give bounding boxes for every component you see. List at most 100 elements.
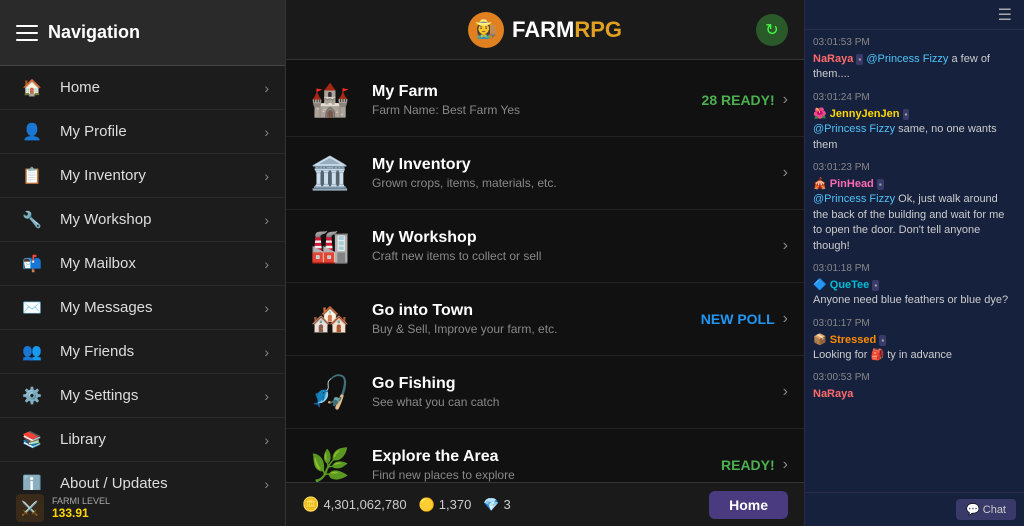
chevron-icon: › bbox=[264, 256, 269, 272]
sidebar-item-messages[interactable]: ✉️ My Messages › bbox=[0, 286, 285, 330]
username: 🔷 bbox=[813, 279, 830, 291]
chat-message-4: 03:01:18 PM 🔷 QueTee ▪ Anyone need blue … bbox=[813, 262, 1016, 309]
main-item-town[interactable]: 🏘️ Go into Town Buy & Sell, Improve your… bbox=[286, 283, 804, 356]
chevron-icon: › bbox=[264, 300, 269, 316]
user-badge: ▪ bbox=[879, 335, 886, 346]
username: Stressed bbox=[830, 334, 876, 346]
hamburger-icon[interactable] bbox=[16, 25, 38, 41]
chat-message-2: 03:01:24 PM 🌺 JennyJenJen ▪ @Princess Fi… bbox=[813, 91, 1016, 153]
chevron-icon: › bbox=[264, 476, 269, 491]
sidebar-item-profile[interactable]: 👤 My Profile › bbox=[0, 110, 285, 154]
main-item-inventory[interactable]: 🏛️ My Inventory Grown crops, items, mate… bbox=[286, 137, 804, 210]
chat-footer: 💬 Chat bbox=[805, 492, 1024, 526]
main-item-farm[interactable]: 🏰 My Farm Farm Name: Best Farm Yes 28 RE… bbox=[286, 64, 804, 137]
main-item-fishing[interactable]: 🎣 Go Fishing See what you can catch › bbox=[286, 356, 804, 429]
username: QueTee bbox=[830, 279, 870, 291]
town-text: Go into Town Buy & Sell, Improve your fa… bbox=[372, 302, 701, 336]
chevron-icon: › bbox=[264, 344, 269, 360]
sidebar-item-inventory[interactable]: 📋 My Inventory › bbox=[0, 154, 285, 198]
house-icon: 🏠 bbox=[16, 72, 48, 104]
chevron-right-icon: › bbox=[783, 383, 788, 401]
msg-time: 03:01:23 PM bbox=[813, 161, 1016, 175]
town-title: Go into Town bbox=[372, 302, 701, 320]
chat-menu-icon[interactable]: ☰ bbox=[998, 5, 1012, 25]
mention: @Princess Fizzy bbox=[866, 53, 948, 65]
explore-badge: READY! bbox=[721, 457, 775, 473]
chevron-right-icon: › bbox=[783, 164, 788, 182]
chevron-icon: › bbox=[264, 388, 269, 404]
user-badge: ▪ bbox=[872, 280, 879, 291]
skill-icon: ⚔️ bbox=[16, 494, 44, 522]
sidebar-item-library[interactable]: 📚 Library › bbox=[0, 418, 285, 462]
logo-farm: FARM bbox=[512, 17, 574, 42]
coin-icon: 🪙 bbox=[302, 496, 319, 513]
chevron-icon: › bbox=[264, 212, 269, 228]
username: NaRaya bbox=[813, 388, 853, 400]
main-item-workshop[interactable]: 🏭 My Workshop Craft new items to collect… bbox=[286, 210, 804, 283]
person-icon: 👤 bbox=[16, 116, 48, 148]
main-item-explore[interactable]: 🌿 Explore the Area Find new places to ex… bbox=[286, 429, 804, 482]
inventory-subtitle: Grown crops, items, materials, etc. bbox=[372, 176, 783, 190]
chevron-right-icon: › bbox=[783, 237, 788, 255]
chat-message-1: 03:01:53 PM NaRaya ▪ @Princess Fizzy a f… bbox=[813, 36, 1016, 83]
skill-value: 133.91 bbox=[52, 506, 269, 520]
user-badge: ▪ bbox=[856, 54, 863, 65]
wrench-icon: 🔧 bbox=[16, 204, 48, 236]
fishing-image: 🎣 bbox=[302, 364, 358, 420]
msg-time: 03:01:53 PM bbox=[813, 36, 1016, 50]
msg-body: 🔷 QueTee ▪ Anyone need blue feathers or … bbox=[813, 278, 1016, 309]
inventory-image: 🏛️ bbox=[302, 145, 358, 201]
sidebar-item-inventory-label: My Inventory bbox=[60, 167, 264, 184]
chat-button[interactable]: 💬 Chat bbox=[956, 499, 1016, 520]
chevron-right-icon: › bbox=[783, 310, 788, 328]
sidebar-header: Navigation bbox=[0, 0, 285, 66]
main-content: 👩‍🌾 FARMRPG ↻ 🏰 My Farm Farm Name: Best … bbox=[286, 0, 804, 526]
farm-subtitle: Farm Name: Best Farm Yes bbox=[372, 103, 702, 117]
farm-image: 🏰 bbox=[302, 72, 358, 128]
sidebar-item-home[interactable]: 🏠 Home › bbox=[0, 66, 285, 110]
mailbox-icon: 📬 bbox=[16, 248, 48, 280]
explore-image: 🌿 bbox=[302, 437, 358, 482]
username: 📦 bbox=[813, 334, 830, 346]
chat-message-5: 03:01:17 PM 📦 Stressed ▪ Looking for 🎒 t… bbox=[813, 317, 1016, 364]
msg-body: 🌺 JennyJenJen ▪ @Princess Fizzy same, no… bbox=[813, 107, 1016, 153]
msg-time: 03:01:17 PM bbox=[813, 317, 1016, 331]
explore-subtitle: Find new places to explore bbox=[372, 468, 721, 482]
gold-value: 1,370 bbox=[439, 497, 472, 512]
msg-body: NaRaya ▪ @Princess Fizzy a few of them..… bbox=[813, 52, 1016, 83]
chat-panel: ☰ 03:01:53 PM NaRaya ▪ @Princess Fizzy a… bbox=[804, 0, 1024, 526]
user-badge: ▪ bbox=[877, 179, 884, 190]
chat-header: ☰ bbox=[805, 0, 1024, 30]
sidebar-item-profile-label: My Profile bbox=[60, 123, 264, 140]
town-image: 🏘️ bbox=[302, 291, 358, 347]
home-button[interactable]: Home bbox=[709, 491, 788, 519]
username: NaRaya bbox=[813, 53, 853, 65]
refresh-button[interactable]: ↻ bbox=[756, 14, 788, 46]
msg-time: 03:01:24 PM bbox=[813, 91, 1016, 105]
username: JennyJenJen bbox=[830, 108, 900, 120]
sidebar-item-settings-label: My Settings bbox=[60, 387, 264, 404]
username: 🎪 bbox=[813, 178, 830, 190]
fishing-subtitle: See what you can catch bbox=[372, 395, 783, 409]
town-subtitle: Buy & Sell, Improve your farm, etc. bbox=[372, 322, 701, 336]
info-icon: ℹ️ bbox=[16, 468, 48, 491]
farm-text: My Farm Farm Name: Best Farm Yes bbox=[372, 83, 702, 117]
sidebar-item-workshop[interactable]: 🔧 My Workshop › bbox=[0, 198, 285, 242]
main-items-list: 🏰 My Farm Farm Name: Best Farm Yes 28 RE… bbox=[286, 60, 804, 482]
username: PinHead bbox=[830, 178, 874, 190]
farm-badge: 28 READY! bbox=[702, 92, 775, 108]
settings-icon: ⚙️ bbox=[16, 380, 48, 412]
gold-stat: 🟡 1,370 bbox=[419, 497, 472, 513]
chat-message-6: 03:00:53 PM NaRaya bbox=[813, 371, 1016, 402]
user-badge: ▪ bbox=[903, 109, 910, 120]
sidebar-item-home-label: Home bbox=[60, 79, 264, 96]
sidebar-item-settings[interactable]: ⚙️ My Settings › bbox=[0, 374, 285, 418]
skill-info: Farmi Level 133.91 bbox=[52, 496, 269, 520]
sidebar-item-updates[interactable]: ℹ️ About / Updates › bbox=[0, 462, 285, 490]
msg-body: NaRaya bbox=[813, 387, 1016, 402]
main-header: 👩‍🌾 FARMRPG ↻ bbox=[286, 0, 804, 60]
sidebar-item-friends[interactable]: 👥 My Friends › bbox=[0, 330, 285, 374]
sidebar-item-updates-label: About / Updates bbox=[60, 475, 264, 490]
chat-messages: 03:01:53 PM NaRaya ▪ @Princess Fizzy a f… bbox=[805, 30, 1024, 492]
sidebar-item-mailbox[interactable]: 📬 My Mailbox › bbox=[0, 242, 285, 286]
